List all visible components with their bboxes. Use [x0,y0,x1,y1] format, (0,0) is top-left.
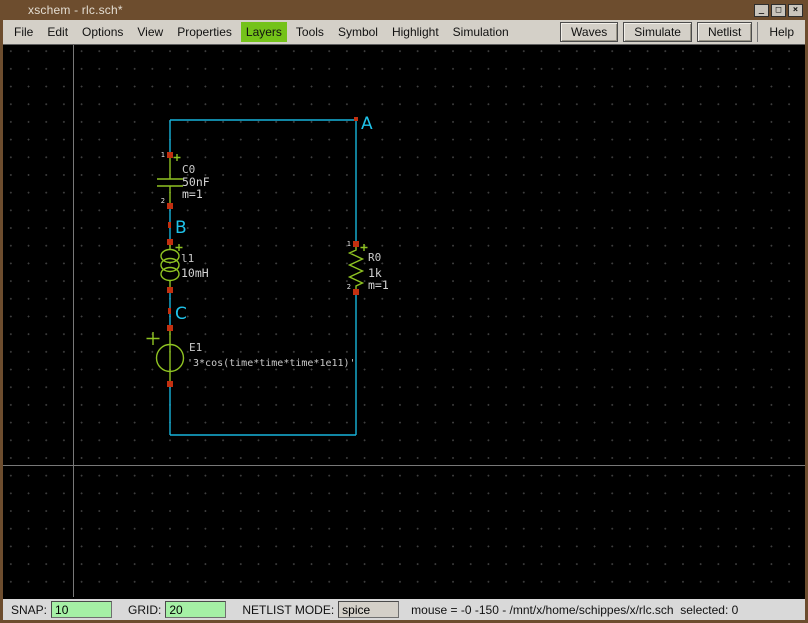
close-icon[interactable]: × [788,4,803,17]
capacitor-symbol [157,154,183,203]
resistor-symbol [347,244,368,289]
inductor-value: 10mH [181,266,209,280]
snap-label: SNAP: [11,602,48,617]
source-ref: E1 [189,341,202,354]
component-source[interactable]: E1 '3*cos(time*time*time*1e11)' [146,325,356,387]
menu-options[interactable]: Options [77,22,128,42]
resistor-mult: m=1 [368,278,389,292]
toolbar-buttons: Waves Simulate Netlist Help [560,20,805,45]
mouse-status-text: mouse = -0 -150 - /mnt/x/home/schippes/x… [411,602,739,617]
netlist-button[interactable]: Netlist [696,22,753,42]
source-symbol [146,331,185,381]
title-bar[interactable]: xschem - rlc.sch* _ □ × [0,0,808,20]
resistor-plus-icon [360,244,368,251]
component-capacitor[interactable]: 1 2 C0 50nF m=1 [157,151,210,209]
net-labels: A B C [168,114,373,324]
maximize-icon[interactable]: □ [771,4,786,17]
net-label-c-pin [168,308,171,314]
net-label-c[interactable]: C [175,304,187,324]
simulate-button[interactable]: Simulate [623,22,692,42]
menu-symbol[interactable]: Symbol [333,22,383,42]
capacitor-mult: m=1 [182,187,203,201]
schematic-drawing: 1 2 C0 50nF m=1 l1 10mH E1 '3*cos(time*t… [3,45,805,597]
minimize-icon[interactable]: _ [754,4,769,17]
inductor-plus-icon [175,244,183,251]
component-inductor[interactable]: l1 10mH [160,239,209,293]
menu-edit[interactable]: Edit [42,22,73,42]
resistor-pin2-terminal [353,289,359,295]
status-bar: SNAP: GRID: NETLIST MODE: mouse = -0 -15… [3,597,805,620]
capacitor-plus-icon [173,154,181,161]
net-label-a[interactable]: A [361,114,373,134]
source-pin1-terminal [167,325,173,331]
snap-input[interactable] [51,601,113,618]
source-plus-icon [146,332,160,345]
resistor-ref: R0 [368,251,381,264]
menu-file[interactable]: File [9,22,38,42]
source-value: '3*cos(time*time*time*1e11)' [187,358,356,369]
window-controls: _ □ × [754,4,803,17]
grid-label: GRID: [128,602,162,617]
source-pin2-terminal [167,381,173,387]
origin-axes [3,45,805,597]
grid-input[interactable] [165,601,227,618]
inductor-symbol [160,244,183,287]
menu-simulation[interactable]: Simulation [448,22,514,42]
netlist-mode-label: NETLIST MODE: [242,602,335,617]
menu-highlight[interactable]: Highlight [387,22,444,42]
waves-button[interactable]: Waves [560,22,619,42]
inductor-pin2-terminal [167,287,173,293]
capacitor-pin2-terminal [167,203,173,209]
window-title: xschem - rlc.sch* [28,3,123,17]
resistor-pin1-number: 1 [347,240,351,248]
menu-tools[interactable]: Tools [291,22,329,42]
net-label-a-pin [354,117,358,121]
menu-bar: File Edit Options View Properties Layers… [3,20,805,45]
resistor-pin2-number: 2 [347,283,351,291]
net-label-b[interactable]: B [175,218,187,238]
inductor-pin1-terminal [167,239,173,245]
capacitor-pin1-terminal [167,152,173,158]
menu-view[interactable]: View [132,22,168,42]
inductor-ref: l1 [181,252,194,265]
capacitor-pin2-number: 2 [161,197,165,205]
menu-properties[interactable]: Properties [172,22,237,42]
xschem-window: xschem - rlc.sch* _ □ × File Edit Option… [0,0,808,623]
menu-layers[interactable]: Layers [240,22,287,42]
resistor-pin1-terminal [353,241,359,247]
component-resistor[interactable]: 1 2 R0 1k m=1 [347,240,389,295]
netlist-mode-input[interactable] [338,601,400,618]
capacitor-pin1-number: 1 [161,151,165,159]
schematic-canvas[interactable]: 1 2 C0 50nF m=1 l1 10mH E1 '3*cos(time*t… [3,45,805,597]
net-label-b-pin [168,222,171,228]
help-button[interactable]: Help [757,22,803,42]
